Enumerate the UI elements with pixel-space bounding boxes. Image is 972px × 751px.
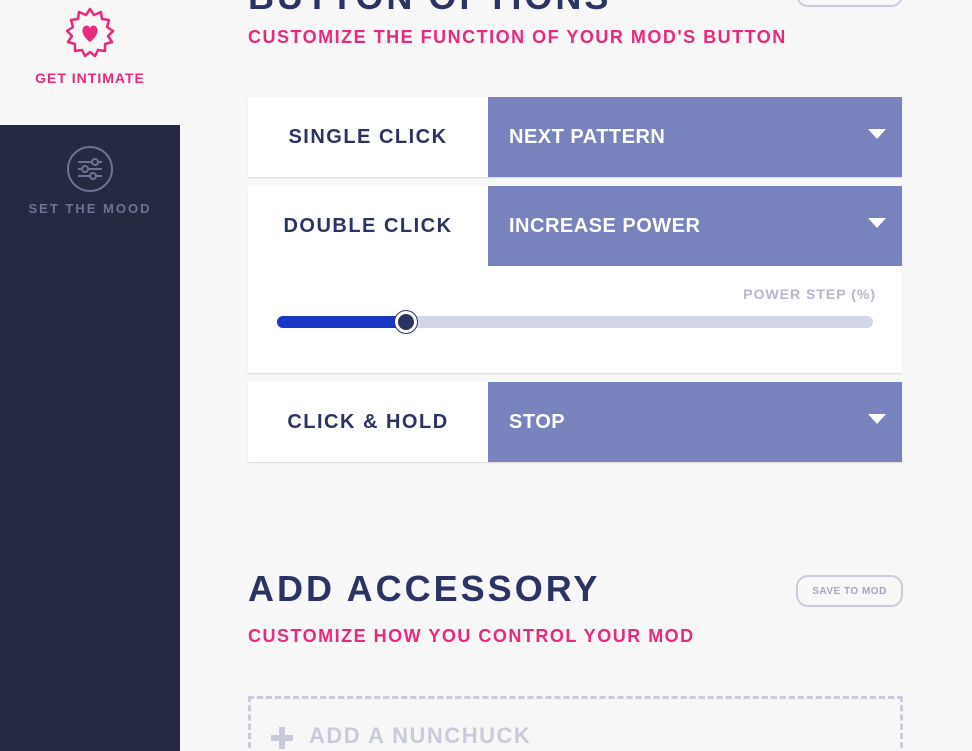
slider-thumb[interactable] [395,311,417,333]
power-step-label: POWER STEP (%) [743,286,876,302]
slider-fill [277,316,402,328]
button-option-row-click-and-hold: CLICK & HOLD STOP [248,382,902,462]
select-value: STOP [509,411,566,433]
select-value: INCREASE POWER [509,215,701,237]
save-to-mod-button[interactable]: SAVE TO MOD [796,575,903,607]
section-subtitle-add-accessory: CUSTOMIZE HOW YOU CONTROL YOUR MOD [248,626,695,646]
add-nunchuck-button[interactable]: ADD A NUNCHUCK [248,696,903,751]
row-label: DOUBLE CLICK [283,215,453,237]
add-nunchuck-label: ADD A NUNCHUCK [309,723,532,748]
caret-down-icon [868,218,886,228]
sidebar: GET INTIMATE SET THE MOOD [0,0,180,751]
plus-icon [271,727,293,749]
sidebar-item-label: GET INTIMATE [35,70,145,86]
sidebar-item-get-intimate[interactable]: GET INTIMATE [0,6,180,86]
button-option-row-single-click: SINGLE CLICK NEXT PATTERN [248,97,902,177]
section-title-button-options: BUTTON OPTIONS [248,0,611,18]
save-button-button-options[interactable]: SAVE TO MOD [796,0,903,7]
row-label: SINGLE CLICK [288,126,448,148]
action-select-double-click[interactable]: INCREASE POWER [488,186,902,266]
row-label: CLICK & HOLD [287,411,449,433]
main-content: BUTTON OPTIONS SAVE TO MOD CUSTOMIZE THE… [180,0,972,751]
sidebar-item-set-the-mood[interactable]: SET THE MOOD [0,145,180,216]
section-subtitle-button-options: CUSTOMIZE THE FUNCTION OF YOUR MOD'S BUT… [248,27,787,47]
action-select-click-and-hold[interactable]: STOP [488,382,902,462]
sliders-icon [66,145,114,193]
sidebar-item-label: SET THE MOOD [28,201,152,216]
caret-down-icon [868,129,886,139]
select-value: NEXT PATTERN [509,126,666,148]
power-step-slider[interactable] [277,311,873,333]
heart-badge-icon [63,6,117,60]
section-title-add-accessory: ADD ACCESSORY [248,568,601,609]
action-select-single-click[interactable]: NEXT PATTERN [488,97,902,177]
caret-down-icon [868,414,886,424]
button-option-row-double-click: DOUBLE CLICK INCREASE POWER POWER STEP (… [248,186,902,373]
